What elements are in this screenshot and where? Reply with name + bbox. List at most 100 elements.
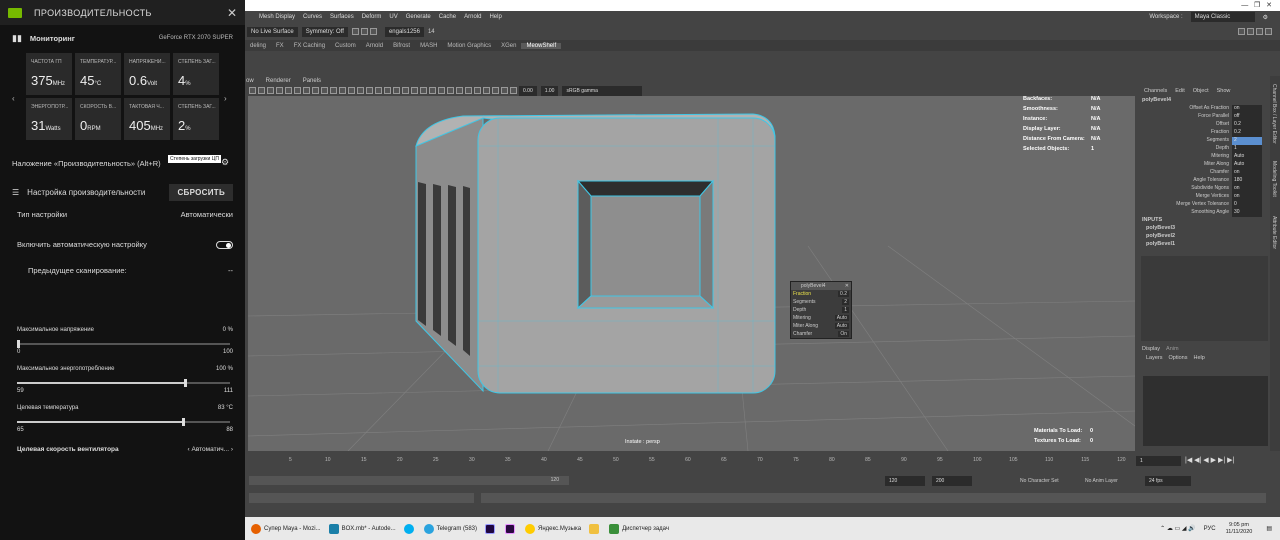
fps-select[interactable]: 24 fps xyxy=(1145,476,1191,486)
menu-item[interactable]: Help xyxy=(489,14,501,20)
taskbar-item-task-manager[interactable]: Диспетчер задач xyxy=(609,523,669,534)
layer-menu-item[interactable]: Options xyxy=(1169,355,1188,361)
toolbar-icon[interactable] xyxy=(465,87,472,94)
side-tab[interactable]: Channel Box / Layer Editor xyxy=(1271,84,1277,144)
render-icon[interactable] xyxy=(351,28,359,35)
timeline[interactable]: 5 10 15 20 25 30 35 40 45 50 55 60 65 70 75 80 85 90 95 100… xyxy=(245,453,1280,469)
auto-tuning-toggle[interactable] xyxy=(216,240,233,249)
toolbar-icon[interactable] xyxy=(510,87,517,94)
toolbar-icon[interactable] xyxy=(456,87,463,94)
language-indicator[interactable]: РУС xyxy=(1204,526,1216,532)
attribute-row[interactable]: Offset 0.2 xyxy=(1138,121,1268,129)
popup-row[interactable]: Segments 2 xyxy=(791,298,851,306)
pause-icon[interactable] xyxy=(369,28,377,35)
attribute-row[interactable]: Angle Tolerance 180 xyxy=(1138,177,1268,185)
toolbar-icon[interactable] xyxy=(501,87,508,94)
toolbar-icon[interactable] xyxy=(321,87,328,94)
toolbar-icon[interactable] xyxy=(447,87,454,94)
shelf-tab[interactable]: Motion Graphics xyxy=(442,43,496,49)
toolbar-icon[interactable] xyxy=(330,87,337,94)
toolbar-icon[interactable] xyxy=(267,87,274,94)
target-temp-slider[interactable] xyxy=(17,418,230,426)
toolbar-icon[interactable] xyxy=(312,87,319,94)
toolbar-icon[interactable] xyxy=(420,87,427,94)
toolbar-icon[interactable] xyxy=(411,87,418,94)
no-char-set[interactable]: No Character Set xyxy=(1020,478,1059,484)
side-tab[interactable]: Modeling Toolkit xyxy=(1271,161,1277,197)
panel-toggle-icon[interactable] xyxy=(1238,28,1245,35)
attribute-row[interactable]: Miter Along Auto xyxy=(1138,161,1268,169)
range-end2-field[interactable]: 200 xyxy=(932,476,972,486)
shelf-tab[interactable]: MASH xyxy=(415,43,442,49)
max-voltage-slider[interactable] xyxy=(17,340,230,348)
input-node[interactable]: polyBevel2 xyxy=(1146,233,1175,239)
skype-icon[interactable] xyxy=(403,523,414,534)
viewport-menu-item[interactable]: ow xyxy=(246,78,254,84)
popup-row[interactable]: Fraction 0.2 xyxy=(791,290,851,298)
settings-icon[interactable]: ⚙ xyxy=(1263,14,1268,21)
max-power-knob[interactable] xyxy=(184,379,188,387)
exposure-field[interactable]: 0.00 xyxy=(519,85,537,96)
gamma-field[interactable]: 1.00 xyxy=(540,85,559,96)
premiere-icon[interactable] xyxy=(505,523,515,534)
panel-toggle-icon[interactable] xyxy=(1265,28,1272,35)
panel-toggle-icon[interactable] xyxy=(1247,28,1254,35)
attribute-row[interactable]: Chamfer on xyxy=(1138,169,1268,177)
ipr-icon[interactable] xyxy=(360,28,368,35)
clock[interactable]: 9:05 pm 11/11/2020 xyxy=(1226,522,1253,536)
taskbar-item-yandex-music[interactable]: Яндекс.Музыка xyxy=(525,523,581,534)
channel-tab[interactable]: Channels xyxy=(1144,88,1167,94)
shelf-tab[interactable]: FX xyxy=(271,43,289,49)
tray-icons[interactable]: ⌃ ☁ ▭ ◢ 🔊 xyxy=(1160,525,1195,532)
shelf-tab[interactable]: FX Caching xyxy=(289,43,330,49)
reset-button[interactable]: СБРОСИТЬ xyxy=(169,183,233,201)
toolbar-icon[interactable] xyxy=(276,87,283,94)
toolbar-icon[interactable] xyxy=(249,87,256,94)
toolbar-icon[interactable] xyxy=(294,87,301,94)
toolbar-icon[interactable] xyxy=(429,87,436,94)
attribute-row[interactable]: Force Parallel off xyxy=(1138,113,1268,121)
toolbar-icon[interactable] xyxy=(285,87,292,94)
gear-icon[interactable]: ⚙ xyxy=(221,157,229,168)
panel-toggle-icon[interactable] xyxy=(1256,28,1263,35)
toolbar-icon[interactable] xyxy=(474,87,481,94)
channel-tab[interactable]: Show xyxy=(1217,88,1231,94)
after-effects-icon[interactable] xyxy=(485,523,495,534)
toolbar-icon[interactable] xyxy=(402,87,409,94)
toolbar-icon[interactable] xyxy=(366,87,373,94)
max-voltage-knob[interactable] xyxy=(17,340,20,348)
playback-controls[interactable]: |◀ ◀| ◀ ▶ ▶| ▶| xyxy=(1185,456,1234,464)
toolbar-icon[interactable] xyxy=(258,87,265,94)
taskbar-item-maya[interactable]: BOX.mb* - Autode... xyxy=(328,523,396,534)
attribute-row[interactable]: Mitering Auto xyxy=(1138,153,1268,161)
input-node[interactable]: polyBevel1 xyxy=(1146,241,1175,247)
tiles-prev-icon[interactable]: ‹ xyxy=(12,94,15,103)
toolbar-icon[interactable] xyxy=(339,87,346,94)
live-surface-field[interactable]: No Live Surface xyxy=(247,26,298,37)
mel-input[interactable] xyxy=(249,493,474,503)
menu-item[interactable]: Deform xyxy=(362,14,382,20)
menu-item[interactable]: Generate xyxy=(406,14,431,20)
taskbar-item-firefox[interactable]: Супер Maya - Mozi... xyxy=(251,523,321,534)
range-end-field[interactable]: 120 xyxy=(885,476,925,486)
shelf-tab[interactable]: XGen xyxy=(496,43,521,49)
toolbar-icon[interactable] xyxy=(492,87,499,94)
toolbar-icon[interactable] xyxy=(483,87,490,94)
tuning-type-value[interactable]: Автоматически xyxy=(181,210,233,219)
attribute-row[interactable]: Offset As Fraction on xyxy=(1138,105,1268,113)
shelf-tab[interactable]: Bifrost xyxy=(388,43,415,49)
range-slider[interactable]: 120 xyxy=(249,476,569,485)
window-controls[interactable]: — ❐ ✕ xyxy=(1241,1,1272,9)
toolbar-icon[interactable] xyxy=(303,87,310,94)
colorspace-select[interactable]: sRGB gamma xyxy=(562,85,643,96)
menu-item[interactable]: Arnold xyxy=(464,14,481,20)
close-icon[interactable]: ✕ xyxy=(227,6,237,20)
shelf-tab[interactable]: Custom xyxy=(330,43,361,49)
toolbar-icon[interactable] xyxy=(438,87,445,94)
viewport-menu-item[interactable]: Renderer xyxy=(266,78,291,84)
menu-item[interactable]: Surfaces xyxy=(330,14,354,20)
menu-item[interactable]: Curves xyxy=(303,14,322,20)
channel-tab[interactable]: Edit xyxy=(1175,88,1184,94)
attribute-row[interactable]: Smoothing Angle 30 xyxy=(1138,209,1268,217)
no-anim-layer[interactable]: No Anim Layer xyxy=(1085,478,1118,484)
